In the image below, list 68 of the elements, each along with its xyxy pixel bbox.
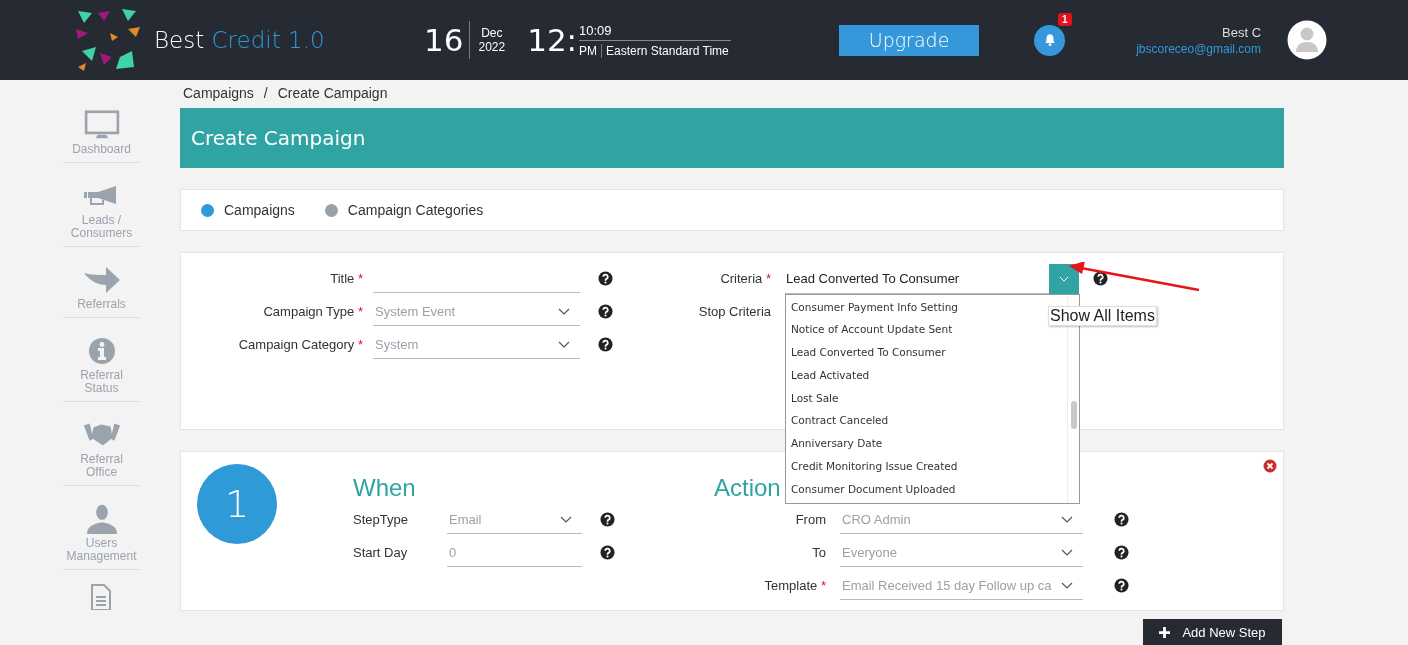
logo-icon bbox=[74, 7, 142, 73]
field-label: Criteria * bbox=[719, 271, 771, 286]
dropdown-option[interactable]: Consumer Document Uploaded bbox=[786, 477, 1067, 501]
field-label: From bbox=[794, 512, 826, 527]
date-year: 2022 bbox=[478, 40, 506, 54]
tab[interactable]: Campaigns bbox=[201, 202, 295, 218]
arrow-icon bbox=[81, 265, 122, 295]
caret-icon bbox=[560, 515, 572, 523]
date-month: Dec bbox=[481, 26, 503, 40]
document-icon bbox=[89, 584, 113, 610]
help-icon bbox=[1114, 578, 1129, 593]
field-label: Campaign Type * bbox=[262, 304, 363, 319]
sidebar-nav-item[interactable]: Referral Status bbox=[63, 318, 140, 402]
help-icon bbox=[1093, 271, 1108, 286]
dropdown-option[interactable]: Anniversary Date bbox=[786, 432, 1067, 456]
date-day: 16 bbox=[424, 21, 471, 59]
field-label: Start Day bbox=[353, 545, 409, 560]
tab[interactable]: Campaign Categories bbox=[324, 202, 484, 218]
breadcrumb-link[interactable]: Campaigns bbox=[183, 85, 254, 101]
avatar-icon bbox=[1287, 20, 1328, 60]
add-new-step-button[interactable]: Add New Step bbox=[1143, 619, 1282, 645]
sidebar-nav-item[interactable]: Dashboard bbox=[63, 92, 140, 163]
section-heading: Action bbox=[714, 473, 781, 503]
notification-button[interactable] bbox=[1034, 24, 1066, 56]
field-label: StepType bbox=[353, 512, 409, 527]
step-number: 1 bbox=[197, 464, 277, 544]
remove-step-button[interactable] bbox=[1263, 459, 1277, 473]
close-icon bbox=[1263, 459, 1277, 473]
sidebar-nav-item[interactable]: Leads / Consumers bbox=[63, 163, 140, 247]
timezone-label: Eastern Standard Time bbox=[606, 43, 729, 58]
upgrade-button[interactable]: Upgrade bbox=[839, 24, 980, 56]
dropdown-option[interactable]: Lead Converted To Consumer bbox=[786, 341, 1067, 364]
dropdown-option[interactable]: Contract Canceled bbox=[786, 409, 1067, 433]
breadcrumb-separator: / bbox=[263, 85, 268, 101]
page-title: Create Campaign bbox=[191, 126, 366, 150]
caret-icon bbox=[1061, 515, 1073, 523]
dropdown-option[interactable]: Lost Sale bbox=[786, 386, 1067, 410]
breadcrumb-current: Create Campaign bbox=[277, 85, 388, 101]
dropdown-option[interactable]: Lead Activated bbox=[786, 363, 1067, 387]
caret-icon bbox=[1059, 275, 1069, 282]
field-label: Title * bbox=[329, 271, 363, 286]
clock-minutes: 10:09 bbox=[579, 22, 732, 41]
tooltip: Show All Items bbox=[1048, 305, 1157, 326]
help-icon bbox=[600, 545, 615, 560]
caret-icon bbox=[1061, 548, 1073, 556]
clock-hour: 12: bbox=[527, 21, 579, 59]
scrollbar-thumb[interactable] bbox=[1071, 400, 1077, 429]
notification-badge: 1 bbox=[1058, 12, 1072, 26]
help-icon bbox=[598, 337, 613, 352]
caret-icon bbox=[1061, 581, 1073, 589]
help-icon bbox=[598, 271, 613, 286]
help-icon bbox=[600, 512, 615, 527]
brand-name: Best Credit 1.0 bbox=[154, 27, 326, 53]
caret-icon bbox=[558, 307, 570, 315]
section-heading: When bbox=[353, 473, 416, 503]
plus-icon bbox=[1159, 626, 1171, 638]
clock-meridiem: PM bbox=[579, 43, 603, 58]
help-icon bbox=[598, 304, 613, 319]
user-name: Best C bbox=[1222, 24, 1262, 40]
field-label: Template * bbox=[763, 578, 826, 593]
caret-icon bbox=[558, 340, 570, 348]
help-icon bbox=[1114, 545, 1129, 560]
help-icon bbox=[1114, 512, 1129, 527]
user-email-link[interactable]: jbscoreceo@gmail.com bbox=[1136, 41, 1262, 56]
field-label: To bbox=[811, 545, 826, 560]
field-label: Campaign Category * bbox=[237, 337, 363, 352]
dropdown-option[interactable]: Credit Monitoring Issue Created bbox=[786, 455, 1067, 478]
field-label: Stop Criteria bbox=[697, 304, 771, 319]
